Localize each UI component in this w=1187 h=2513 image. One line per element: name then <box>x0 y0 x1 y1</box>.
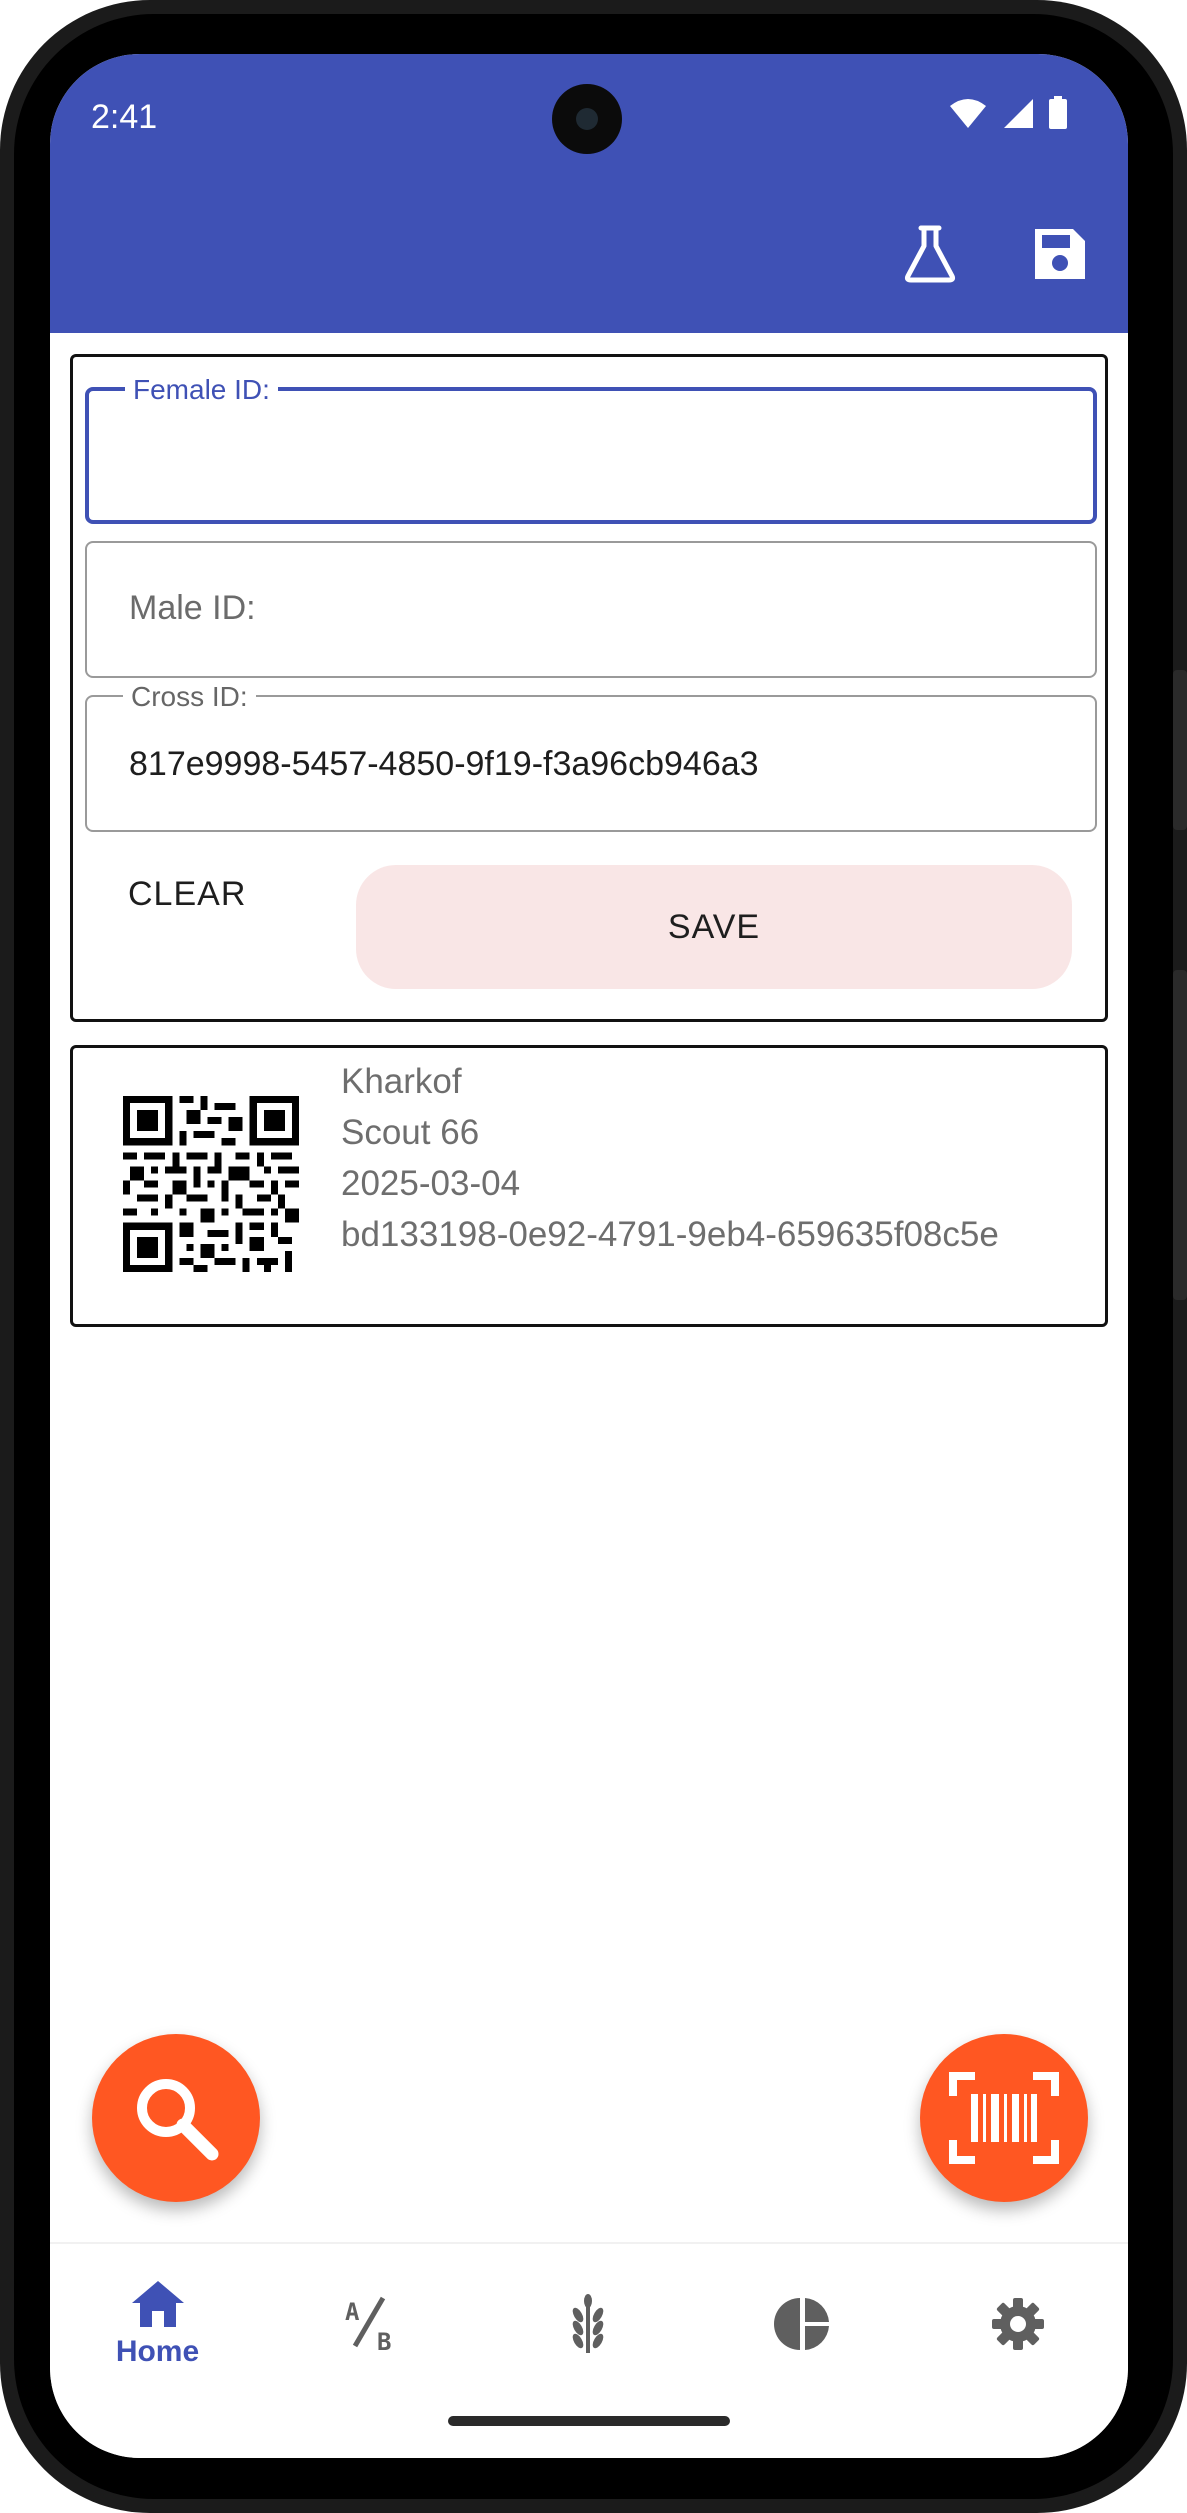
cross-form-card: Female ID: Male ID: Cross ID: 817e9998-5… <box>70 354 1108 1022</box>
male-id-placeholder: Male ID: <box>129 589 256 627</box>
wheat-icon <box>572 2294 603 2353</box>
clear-button[interactable]: CLEAR <box>128 875 246 914</box>
barcode-scan-icon <box>949 2072 1059 2164</box>
front-camera <box>552 84 622 154</box>
svg-text:A: A <box>345 2298 360 2326</box>
svg-text:B: B <box>377 2328 391 2354</box>
side-button <box>1173 970 1187 1300</box>
home-icon <box>131 2281 184 2327</box>
list-item[interactable]: Kharkof Scout 66 2025-03-04 bd133198-0e9… <box>70 1045 1108 1327</box>
save-button[interactable]: SAVE <box>356 865 1072 989</box>
search-fab[interactable] <box>92 2034 260 2202</box>
battery-icon <box>1049 96 1067 129</box>
cross-id-field[interactable]: Cross ID: 817e9998-5457-4850-9f19-f3a96c… <box>85 681 1097 832</box>
search-icon <box>137 2079 219 2161</box>
male-id-field[interactable]: Male ID: <box>85 541 1097 678</box>
save-icon[interactable] <box>1030 224 1090 284</box>
home-indicator[interactable] <box>448 2416 730 2426</box>
status-icons <box>948 96 1068 130</box>
entry-line-2: Scout 66 <box>341 1113 480 1152</box>
flask-icon[interactable] <box>900 224 960 284</box>
entry-date: 2025-03-04 <box>341 1164 521 1203</box>
nav-ab[interactable]: A B <box>265 2244 480 2404</box>
ab-icon: A B <box>345 2296 391 2354</box>
nav-stats[interactable] <box>695 2244 910 2404</box>
appbar-actions <box>900 224 1090 284</box>
cross-id-label: Cross ID: <box>123 681 256 713</box>
app-bar: 2:41 <box>50 54 1128 333</box>
nav-settings[interactable] <box>910 2244 1125 2404</box>
save-button-label: SAVE <box>667 907 761 946</box>
female-id-label: Female ID: <box>125 374 278 406</box>
pie-chart-icon <box>773 2298 829 2350</box>
entry-line-1: Kharkof <box>341 1062 462 1101</box>
entry-id: bd133198-0e92-4791-9eb4-659635f08c5e <box>341 1215 999 1254</box>
nav-wheat[interactable] <box>480 2244 695 2404</box>
screen: 2:41 Female ID: Male ID: Cross ID: 817e9… <box>50 54 1128 2458</box>
female-id-field[interactable]: Female ID: <box>85 374 1097 524</box>
signal-icon <box>1004 99 1033 128</box>
wifi-icon <box>950 99 986 128</box>
qr-code-icon <box>123 1096 299 1272</box>
scan-fab[interactable] <box>920 2034 1088 2202</box>
nav-home-label: Home <box>115 2335 200 2368</box>
cross-id-value: 817e9998-5457-4850-9f19-f3a96cb946a3 <box>129 745 759 783</box>
status-time: 2:41 <box>91 98 158 136</box>
side-button <box>1173 670 1187 830</box>
settings-icon <box>991 2298 1044 2350</box>
nav-home[interactable]: Home <box>50 2244 265 2404</box>
